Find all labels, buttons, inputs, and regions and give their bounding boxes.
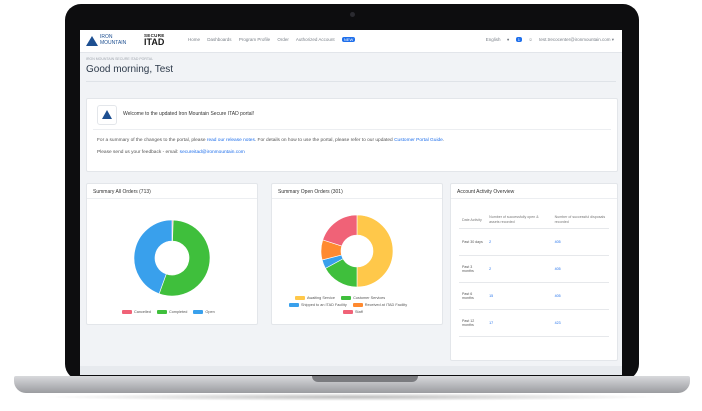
language-select[interactable]: English bbox=[486, 37, 501, 42]
divider bbox=[86, 81, 616, 82]
legend-label[interactable]: Customer Services bbox=[353, 296, 385, 300]
welcome-text-part: . bbox=[442, 138, 445, 143]
table-header-row: Date Activity Number of successfully ope… bbox=[459, 212, 609, 229]
legend-swatch bbox=[156, 310, 167, 314]
table-row: Past 12 months 17 423 bbox=[459, 309, 609, 337]
mountain-icon bbox=[102, 110, 112, 119]
page-title: Good morning, Test bbox=[86, 64, 174, 75]
header-right: English ● 1 ☺ test.trecocenter@ironmount… bbox=[481, 37, 614, 43]
orders-cell[interactable]: 17 bbox=[486, 309, 552, 337]
chart-legend: Cancelled Completed Open bbox=[117, 310, 215, 314]
column-header: Number of successful disposals recorded bbox=[551, 212, 609, 229]
main-nav: Home Dashboards Program Profile Order Au… bbox=[188, 37, 367, 42]
legend-label[interactable]: Shipped to an ITAD Facility bbox=[301, 303, 347, 307]
period-cell: Past 30 days bbox=[459, 228, 487, 256]
legend-label[interactable]: Open bbox=[205, 310, 214, 314]
account-activity-card: Account Activity Overview Date Activity … bbox=[450, 183, 618, 361]
table-row: Past 30 days 2 405 bbox=[459, 228, 609, 256]
legend-swatch bbox=[352, 303, 363, 307]
welcome-text: For a summary of the changes to the port… bbox=[97, 138, 444, 143]
release-notes-link[interactable]: read our release notes bbox=[207, 138, 255, 143]
legend-swatch bbox=[341, 296, 352, 300]
donut-slice-staff[interactable] bbox=[322, 214, 358, 247]
nav-authorized-account-label: Authorized Account bbox=[295, 37, 335, 42]
page-footer bbox=[80, 366, 622, 375]
orders-cell[interactable]: 15 bbox=[486, 282, 552, 310]
chart-legend: Awaiting Service Customer Services bbox=[290, 296, 385, 300]
legend-label[interactable]: Cancelled bbox=[134, 310, 151, 314]
legend-label[interactable]: Staff bbox=[355, 310, 363, 314]
legend-swatch bbox=[289, 303, 299, 307]
top-navbar: IRON MOUNTAIN SECURE ITAD Home Dashboard… bbox=[80, 30, 622, 53]
laptop-notch bbox=[312, 376, 418, 382]
assets-cell[interactable]: 423 bbox=[551, 309, 609, 337]
column-header: Number of successfully open & assets rec… bbox=[486, 212, 552, 229]
assets-cell[interactable]: 405 bbox=[551, 282, 609, 310]
legend-swatch bbox=[343, 310, 353, 314]
bell-icon[interactable]: ● bbox=[507, 37, 510, 42]
welcome-card: Welcome to the updated Iron Mountain Sec… bbox=[86, 98, 618, 172]
laptop-shadow bbox=[40, 393, 662, 401]
new-badge: NEW bbox=[341, 37, 356, 42]
divider bbox=[93, 129, 611, 130]
iron-mountain-logo[interactable]: IRON MOUNTAIN bbox=[86, 34, 134, 48]
user-menu[interactable]: ☺ test.trecocenter@ironmountain.com ▾ bbox=[528, 37, 614, 42]
camera bbox=[350, 12, 355, 17]
nav-home[interactable]: Home bbox=[188, 37, 200, 42]
column-header: Date Activity bbox=[459, 212, 487, 229]
logo-itad: ITAD bbox=[144, 37, 165, 47]
feedback-label: Please send us your feedback - email: bbox=[97, 150, 180, 155]
welcome-text-part: For a summary of the changes to the port… bbox=[97, 138, 207, 143]
breadcrumb: IRON MOUNTAIN SECURE ITAD PORTAL bbox=[86, 57, 154, 61]
assets-cell[interactable]: 405 bbox=[551, 228, 609, 256]
divider bbox=[451, 198, 617, 199]
legend-label[interactable]: Received at ITAD Facility bbox=[365, 303, 407, 307]
table-row: Past 3 months 2 405 bbox=[459, 255, 609, 283]
legend-label[interactable]: Awaiting Service bbox=[307, 296, 335, 300]
user-email: test.trecocenter@ironmountain.com bbox=[539, 37, 611, 42]
feedback-email-link[interactable]: secureitad@ironmountain.com bbox=[180, 150, 245, 155]
legend-swatch bbox=[295, 296, 305, 300]
period-cell: Past 12 months bbox=[459, 309, 487, 337]
logo-text: IRON MOUNTAIN bbox=[100, 34, 127, 46]
orders-cell[interactable]: 2 bbox=[486, 228, 552, 256]
assets-cell[interactable]: 405 bbox=[551, 255, 609, 283]
screen: IRON MOUNTAIN SECURE ITAD Home Dashboard… bbox=[80, 30, 622, 375]
legend-swatch bbox=[193, 310, 204, 314]
welcome-title: Welcome to the updated Iron Mountain Sec… bbox=[123, 111, 254, 117]
summary-open-orders-card: Summary Open Orders (301) Awaiting Servi… bbox=[271, 183, 443, 325]
nav-order[interactable]: Order bbox=[277, 37, 289, 42]
feedback-text: Please send us your feedback - email: se… bbox=[97, 150, 245, 155]
secure-itad-logo[interactable]: SECURE ITAD bbox=[144, 33, 165, 47]
notification-badge: 1 bbox=[515, 37, 522, 42]
card-title: Account Activity Overview bbox=[457, 189, 515, 195]
table-row: Past 6 months 15 405 bbox=[459, 282, 609, 310]
orders-cell[interactable]: 2 bbox=[486, 255, 552, 283]
summary-all-orders-card: Summary All Orders (713) Cancelled Compl… bbox=[86, 183, 258, 325]
nav-program-profile[interactable]: Program Profile bbox=[239, 37, 270, 42]
welcome-logo bbox=[97, 105, 117, 125]
period-cell: Past 3 months bbox=[459, 255, 487, 283]
nav-authorized-account[interactable]: Authorized Account NEW bbox=[296, 37, 361, 42]
portal-guide-link[interactable]: Customer Portal Guide bbox=[394, 138, 443, 143]
account-activity-table: Date Activity Number of successfully ope… bbox=[459, 212, 609, 337]
nav-dashboards[interactable]: Dashboards bbox=[207, 37, 231, 42]
summary-all-orders-chart bbox=[133, 219, 211, 297]
mountain-icon bbox=[86, 36, 98, 46]
period-cell: Past 6 months bbox=[459, 282, 487, 310]
chart-legend: Shipped to an ITAD Facility Received at … bbox=[284, 303, 407, 307]
legend-swatch bbox=[122, 310, 132, 314]
laptop-base bbox=[14, 376, 690, 393]
donut-slice-awaiting-service[interactable] bbox=[356, 214, 394, 288]
welcome-text-part: . For details on how to use the portal, … bbox=[254, 138, 395, 143]
chart-legend: Staff bbox=[338, 310, 363, 314]
legend-label[interactable]: Completed bbox=[169, 310, 187, 314]
